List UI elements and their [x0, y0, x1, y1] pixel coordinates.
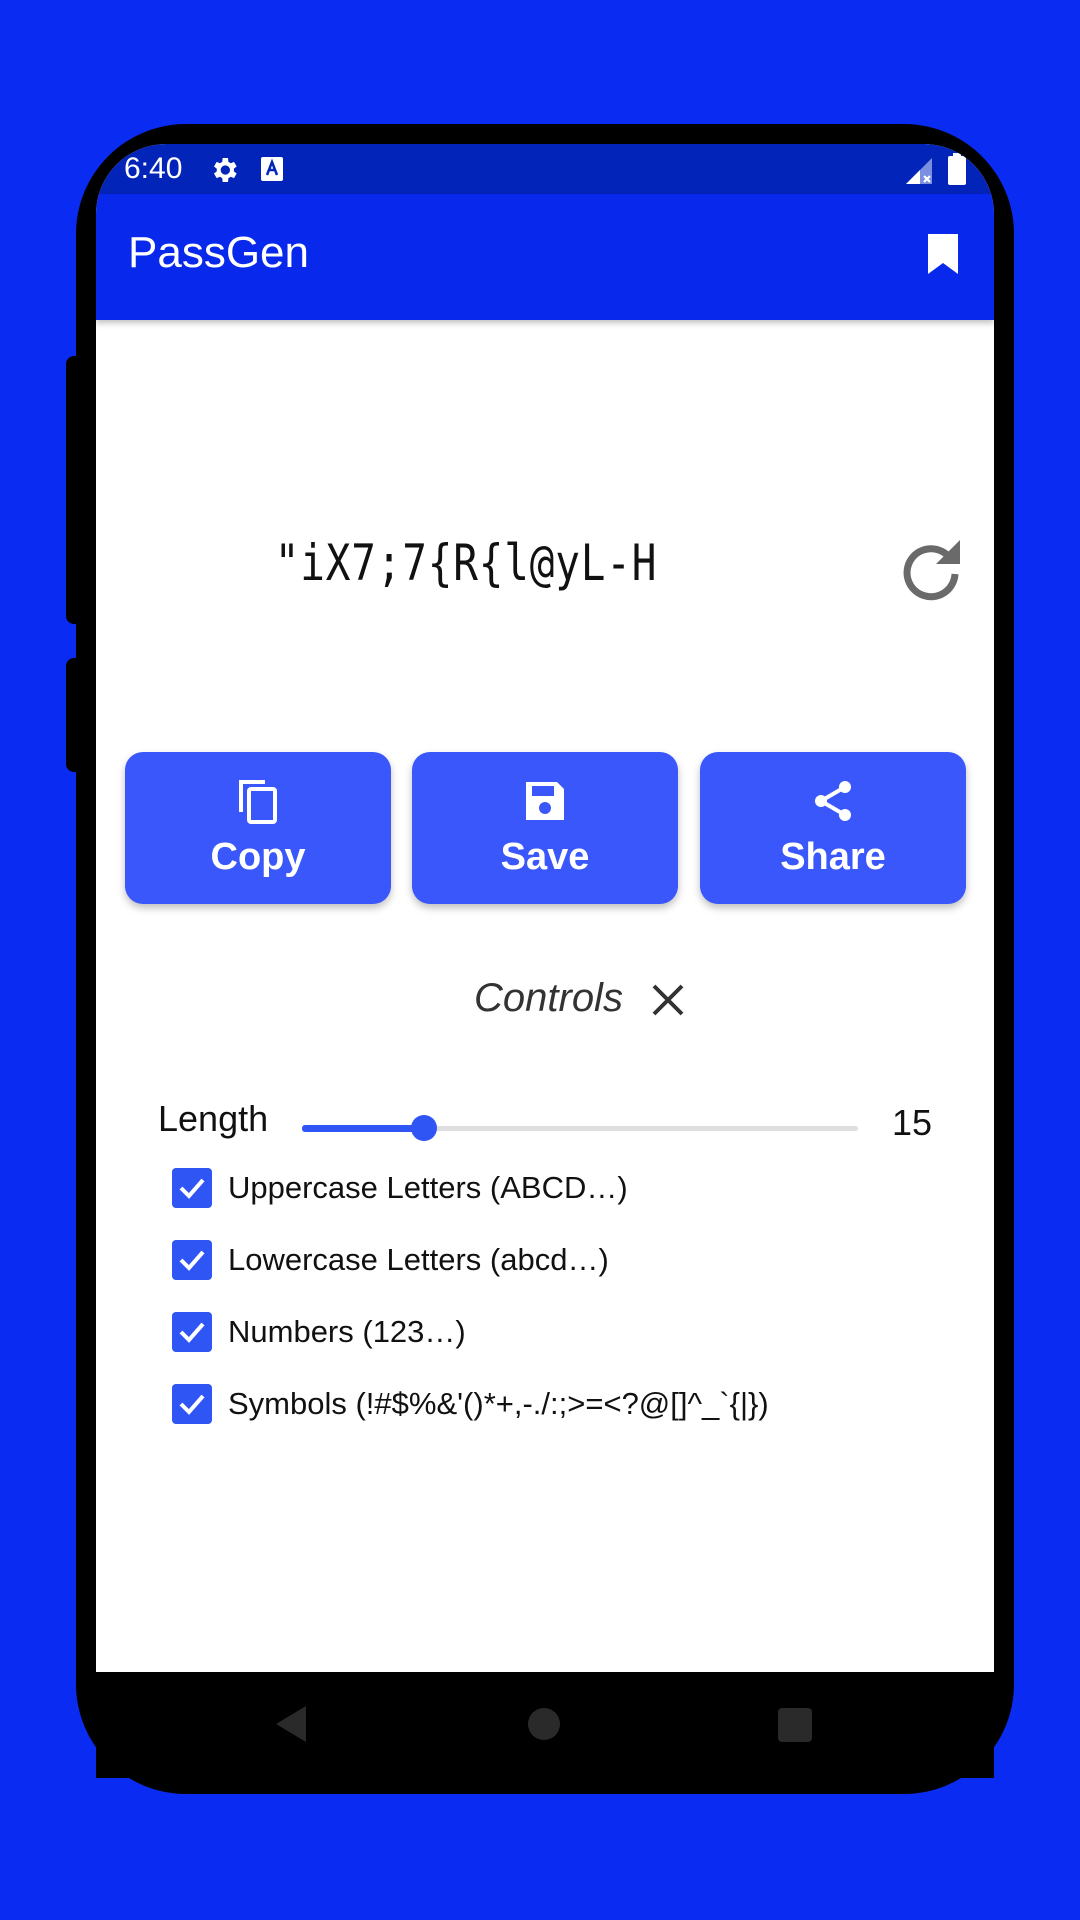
power-button	[66, 658, 88, 772]
length-value: 15	[892, 1102, 933, 1143]
option-label: Lowercase Letters (abcd…)	[228, 1242, 609, 1277]
back-icon[interactable]	[274, 1704, 308, 1744]
option-label: Uppercase Letters (ABCD…)	[228, 1170, 628, 1205]
app-screen: 6:40 PassGen "iX7;7{R{l@yL-H Copy Save S…	[96, 144, 994, 1672]
share-label: Share	[780, 836, 886, 878]
status-time: 6:40	[124, 152, 183, 185]
lowercase-checkbox[interactable]	[172, 1240, 212, 1280]
save-button[interactable]: Save	[412, 752, 678, 904]
slider-thumb[interactable]	[411, 1115, 438, 1141]
bookmark-icon[interactable]	[926, 232, 960, 276]
home-icon[interactable]	[528, 1708, 560, 1740]
save-label: Save	[500, 836, 590, 878]
slider-fill	[302, 1125, 425, 1132]
copy-label: Copy	[210, 836, 306, 878]
option-numbers[interactable]: Numbers (123…)	[172, 1312, 932, 1358]
option-lowercase[interactable]: Lowercase Letters (abcd…)	[172, 1240, 932, 1286]
controls-title: Controls	[474, 976, 623, 1020]
volume-button	[66, 356, 88, 624]
refresh-icon[interactable]	[898, 536, 964, 602]
option-label: Symbols (!#$%&'()*+,-./:;>=<?@[]^_`{|})	[228, 1386, 769, 1421]
app-bar: PassGen	[96, 194, 994, 320]
copy-icon	[239, 780, 277, 824]
option-uppercase[interactable]: Uppercase Letters (ABCD…)	[172, 1168, 932, 1214]
status-bar: 6:40	[96, 144, 994, 194]
length-slider[interactable]	[302, 1114, 858, 1154]
signal-icon	[906, 158, 932, 184]
save-icon	[526, 782, 564, 820]
navigation-bar	[96, 1672, 994, 1778]
text-a-icon	[261, 157, 283, 181]
check-icon	[179, 1394, 205, 1415]
battery-icon	[948, 153, 966, 185]
generated-password: "iX7;7{R{l@yL-H	[274, 534, 658, 592]
numbers-checkbox[interactable]	[172, 1312, 212, 1352]
uppercase-checkbox[interactable]	[172, 1168, 212, 1208]
symbols-checkbox[interactable]	[172, 1384, 212, 1424]
check-icon	[179, 1322, 205, 1343]
option-label: Numbers (123…)	[228, 1314, 466, 1349]
option-symbols[interactable]: Symbols (!#$%&'()*+,-./:;>=<?@[]^_`{|})	[172, 1384, 932, 1430]
gear-icon	[214, 158, 237, 182]
close-icon[interactable]	[648, 980, 688, 1020]
share-icon	[815, 781, 851, 821]
copy-button[interactable]: Copy	[125, 752, 391, 904]
recents-icon[interactable]	[778, 1708, 812, 1742]
check-icon	[179, 1250, 205, 1271]
share-button[interactable]: Share	[700, 752, 966, 904]
length-label: Length	[158, 1098, 269, 1139]
app-title: PassGen	[128, 228, 309, 277]
check-icon	[179, 1178, 205, 1199]
